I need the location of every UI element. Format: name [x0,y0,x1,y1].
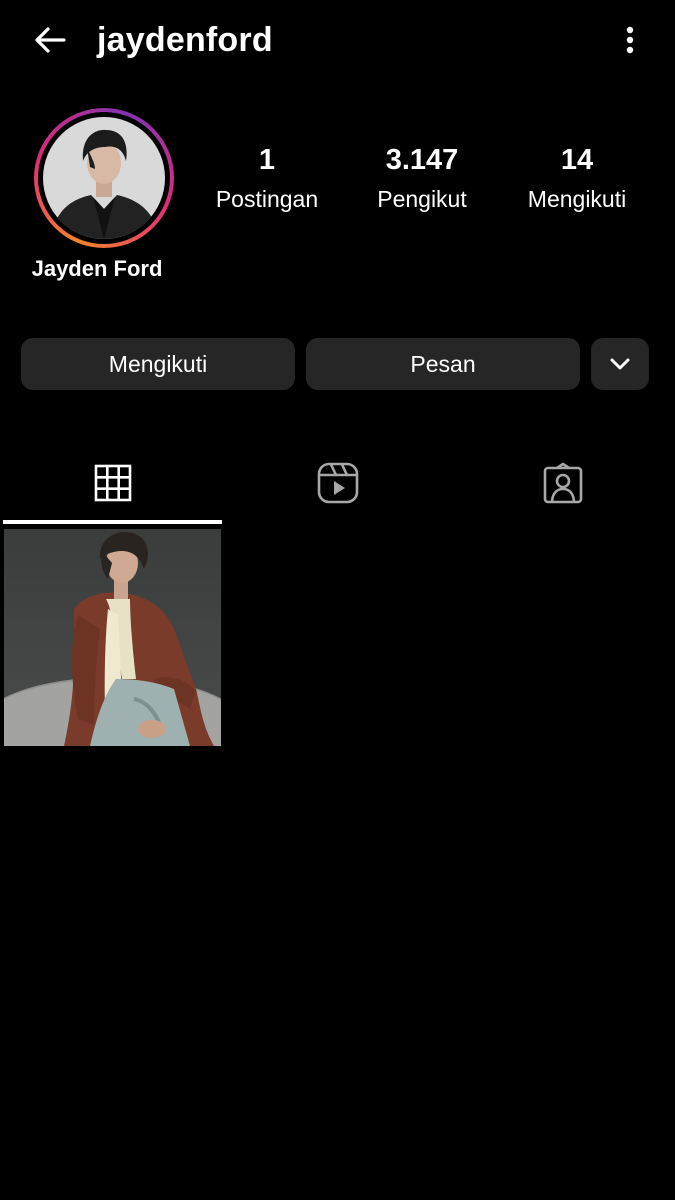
tab-posts-grid[interactable] [0,440,225,526]
stat-followers[interactable]: 3.147 Pengikut [347,143,497,213]
profile-username: jaydenford [97,21,273,59]
reels-icon [317,462,358,504]
grid-icon [94,464,131,502]
stat-posts-count: 1 [258,144,276,176]
active-tab-indicator [3,520,222,524]
following-button[interactable]: Mengikuti [21,338,295,390]
stat-posts-label: Postingan [215,186,319,212]
post-photo-brown-blazer [4,529,221,746]
avatar [43,117,165,239]
stat-following-label: Mengikuti [527,186,627,212]
more-vertical-icon [626,26,634,54]
profile-tabs [0,440,675,526]
top-bar: jaydenford [0,0,675,80]
more-options-button[interactable] [610,20,650,60]
profile-photo [43,117,165,239]
suggested-accounts-button[interactable] [591,338,649,390]
stat-posts[interactable]: 1 Postingan [192,143,342,213]
display-name: Jayden Ford [31,256,163,281]
stat-followers-label: Pengikut [377,186,467,212]
following-button-label: Mengikuti [108,350,208,377]
chevron-down-icon [610,358,630,370]
post-thumbnail[interactable] [4,529,221,746]
arrow-left-icon [35,27,66,53]
story-ring[interactable] [34,108,174,248]
back-button[interactable] [28,20,72,60]
tab-reels[interactable] [225,440,450,526]
message-button-label: Pesan [410,350,476,377]
stat-followers-count: 3.147 [385,144,459,176]
tagged-icon [543,462,582,504]
tab-tagged[interactable] [450,440,675,526]
message-button[interactable]: Pesan [306,338,580,390]
stat-following-count: 14 [560,144,594,176]
stat-following[interactable]: 14 Mengikuti [502,143,652,213]
